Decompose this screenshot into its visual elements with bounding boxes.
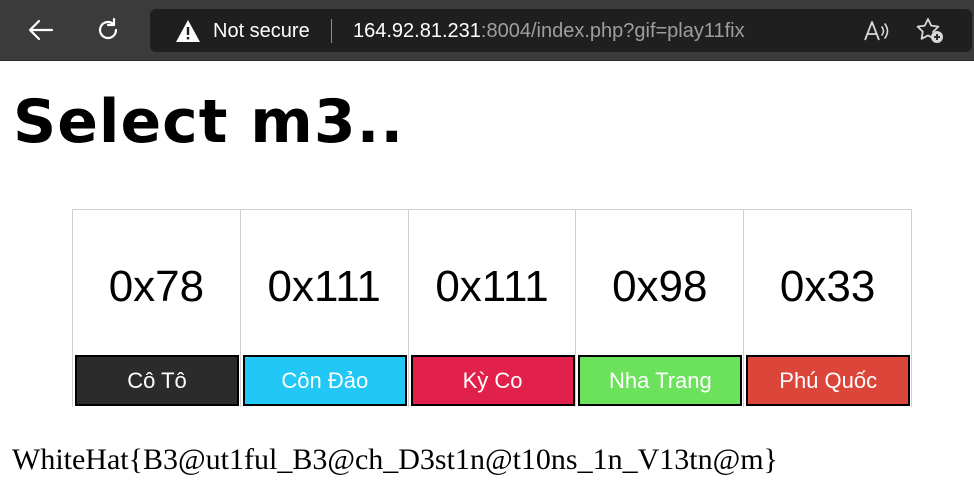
read-aloud-button[interactable] [862, 18, 892, 44]
hex-code: 0x98 [612, 262, 708, 311]
hex-code: 0x111 [435, 262, 549, 311]
not-secure-label[interactable]: Not secure [213, 18, 310, 44]
choice-card: 0x111 Côn Đảo [241, 210, 409, 407]
hex-code: 0x111 [267, 262, 381, 311]
choice-button-con-dao[interactable]: Côn Đảo [242, 355, 407, 406]
hex-code: 0x78 [108, 262, 205, 311]
add-favorite-icon [916, 18, 943, 43]
address-divider [331, 19, 332, 43]
url-text[interactable]: 164.92.81.231:8004/index.php?gif=play11f… [353, 18, 745, 44]
choice-card: 0x111 Kỳ Co [409, 210, 577, 407]
reload-icon [98, 17, 118, 40]
choice-card: 0x98 Nha Trang [576, 210, 745, 407]
back-arrow-icon [28, 19, 54, 41]
choice-button-nha-trang[interactable]: Nha Trang [578, 355, 743, 406]
flag-text: WhiteHat{B3@ut1ful_B3@ch_D3st1n@t10ns_1n… [12, 443, 778, 476]
read-aloud-icon [864, 21, 889, 41]
page-title: Select m3.. [13, 87, 405, 157]
warning-icon[interactable] [175, 19, 201, 43]
choice-grid: 0x78 Cô Tô 0x111 Côn Đảo 0x111 Kỳ Co 0x9… [72, 209, 912, 407]
hex-code: 0x33 [779, 262, 876, 311]
choice-button-phu-quoc[interactable]: Phú Quốc [746, 355, 911, 406]
choice-card: 0x78 Cô Tô [73, 210, 241, 407]
choice-button-co-to[interactable]: Cô Tô [75, 355, 239, 406]
url-host: 164.92.81.231 [353, 20, 481, 42]
url-path: :8004/index.php?gif=play11fix [480, 20, 745, 42]
choice-card: 0x33 Phú Quốc [744, 210, 912, 407]
address-bar[interactable]: Not secure 164.92.81.231:8004/index.php?… [150, 9, 972, 52]
reload-button[interactable] [90, 12, 126, 48]
choice-button-ky-co[interactable]: Kỳ Co [410, 355, 575, 406]
browser-toolbar: Not secure 164.92.81.231:8004/index.php?… [0, 0, 974, 61]
add-favorite-button[interactable] [915, 17, 945, 45]
back-button[interactable] [23, 12, 59, 48]
